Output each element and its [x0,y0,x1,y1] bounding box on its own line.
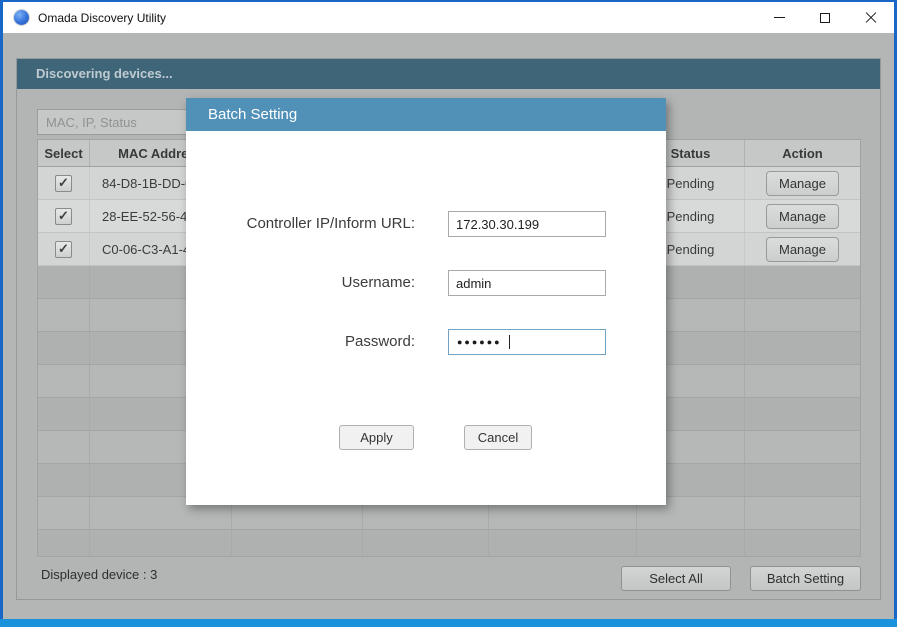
text-cursor [509,335,510,349]
client-area: Discovering devices... Select MAC Addres… [3,33,894,619]
page-title: Discovering devices... [17,59,880,89]
titlebar: Omada Discovery Utility [3,2,894,33]
username-label: Username: [186,273,415,293]
row-checkbox[interactable]: ✓ [55,208,72,225]
manage-button[interactable]: Manage [766,237,839,262]
close-button[interactable] [848,2,894,33]
app-icon [14,10,29,25]
displayed-device-count: Displayed device : 3 [41,567,157,582]
manage-button[interactable]: Manage [766,171,839,196]
cancel-button[interactable]: Cancel [464,425,532,450]
batch-setting-dialog: Batch Setting Controller IP/Inform URL: … [186,98,666,505]
minimize-icon [774,17,785,18]
manage-button[interactable]: Manage [766,204,839,229]
window-title: Omada Discovery Utility [38,11,166,25]
row-checkbox[interactable]: ✓ [55,241,72,258]
window-controls [756,2,894,33]
select-all-button[interactable]: Select All [621,566,731,591]
column-header-action: Action [745,140,860,166]
column-header-select: Select [38,140,90,166]
apply-button[interactable]: Apply [339,425,414,450]
app-window: Omada Discovery Utility Discovering devi… [3,2,894,619]
password-masked-value: ●●●●●● [457,330,502,354]
row-checkbox[interactable]: ✓ [55,175,72,192]
controller-url-input[interactable] [448,211,606,237]
password-input[interactable]: ●●●●●● [448,329,606,355]
maximize-button[interactable] [802,2,848,33]
controller-url-label: Controller IP/Inform URL: [186,214,415,234]
empty-table-row [38,530,860,557]
username-input[interactable] [448,270,606,296]
password-label: Password: [186,332,415,352]
close-icon [865,12,877,24]
dialog-title: Batch Setting [186,98,666,131]
window-bottom-border [0,619,897,627]
maximize-icon [820,13,830,23]
batch-setting-button[interactable]: Batch Setting [750,566,861,591]
minimize-button[interactable] [756,2,802,33]
